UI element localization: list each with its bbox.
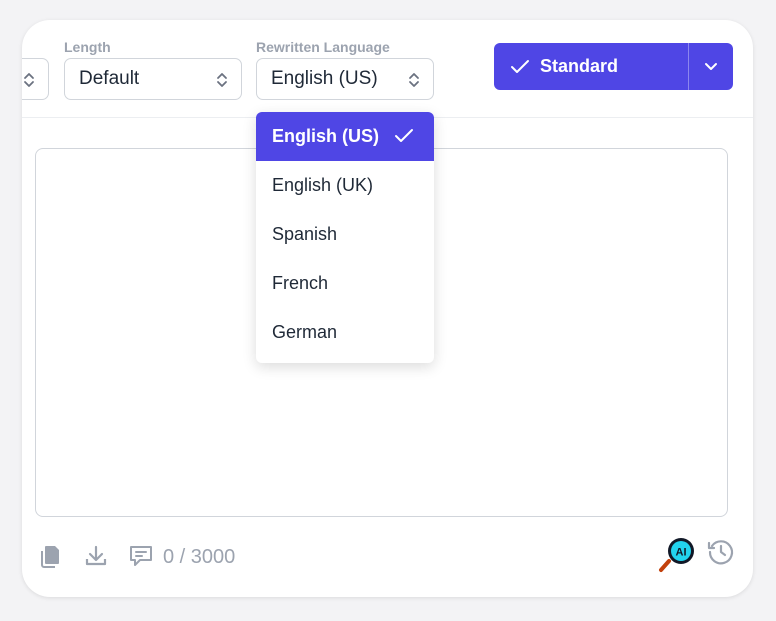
option-label: English (US) (272, 126, 379, 146)
mode-dropdown-button[interactable] (689, 43, 733, 90)
option-label: Spanish (272, 224, 338, 244)
language-option-english-us[interactable]: English (US) (256, 112, 434, 161)
chevron-down-icon (705, 62, 717, 70)
language-option-french[interactable]: French (256, 259, 434, 308)
length-select[interactable]: Default (64, 58, 242, 100)
check-icon (395, 129, 413, 142)
language-option-german[interactable]: German (256, 308, 434, 357)
chevron-updown-icon (24, 73, 34, 87)
check-icon (511, 59, 529, 73)
download-icon[interactable] (84, 544, 108, 568)
language-dropdown-menu: English (US) English (UK) Spanish French… (256, 112, 434, 363)
language-value: English (US) (271, 68, 378, 89)
option-label: German (272, 322, 338, 342)
standard-mode-label: Standard (540, 56, 619, 76)
ai-detector-icon[interactable]: AI (658, 536, 698, 574)
language-option-spanish[interactable]: Spanish (256, 210, 434, 259)
character-count: 0 / 3000 (163, 546, 236, 568)
language-label: Rewritten Language (256, 39, 390, 55)
language-option-english-uk[interactable]: English (UK) (256, 161, 434, 210)
language-select[interactable]: English (US) (256, 58, 434, 100)
history-icon[interactable] (707, 538, 735, 566)
option-label: English (UK) (272, 175, 374, 195)
length-label: Length (64, 39, 111, 55)
chevron-updown-icon (217, 73, 227, 87)
rewriter-card: Length Default Rewritten Language Englis… (22, 20, 753, 597)
chevron-updown-icon (409, 73, 419, 87)
length-value: Default (79, 68, 140, 89)
option-label: French (272, 273, 329, 293)
standard-mode-button[interactable]: Standard (494, 43, 733, 90)
svg-text:AI: AI (676, 547, 687, 559)
copy-icon[interactable] (40, 544, 62, 568)
feedback-icon[interactable] (128, 544, 154, 568)
cut-off-select[interactable] (22, 58, 49, 100)
